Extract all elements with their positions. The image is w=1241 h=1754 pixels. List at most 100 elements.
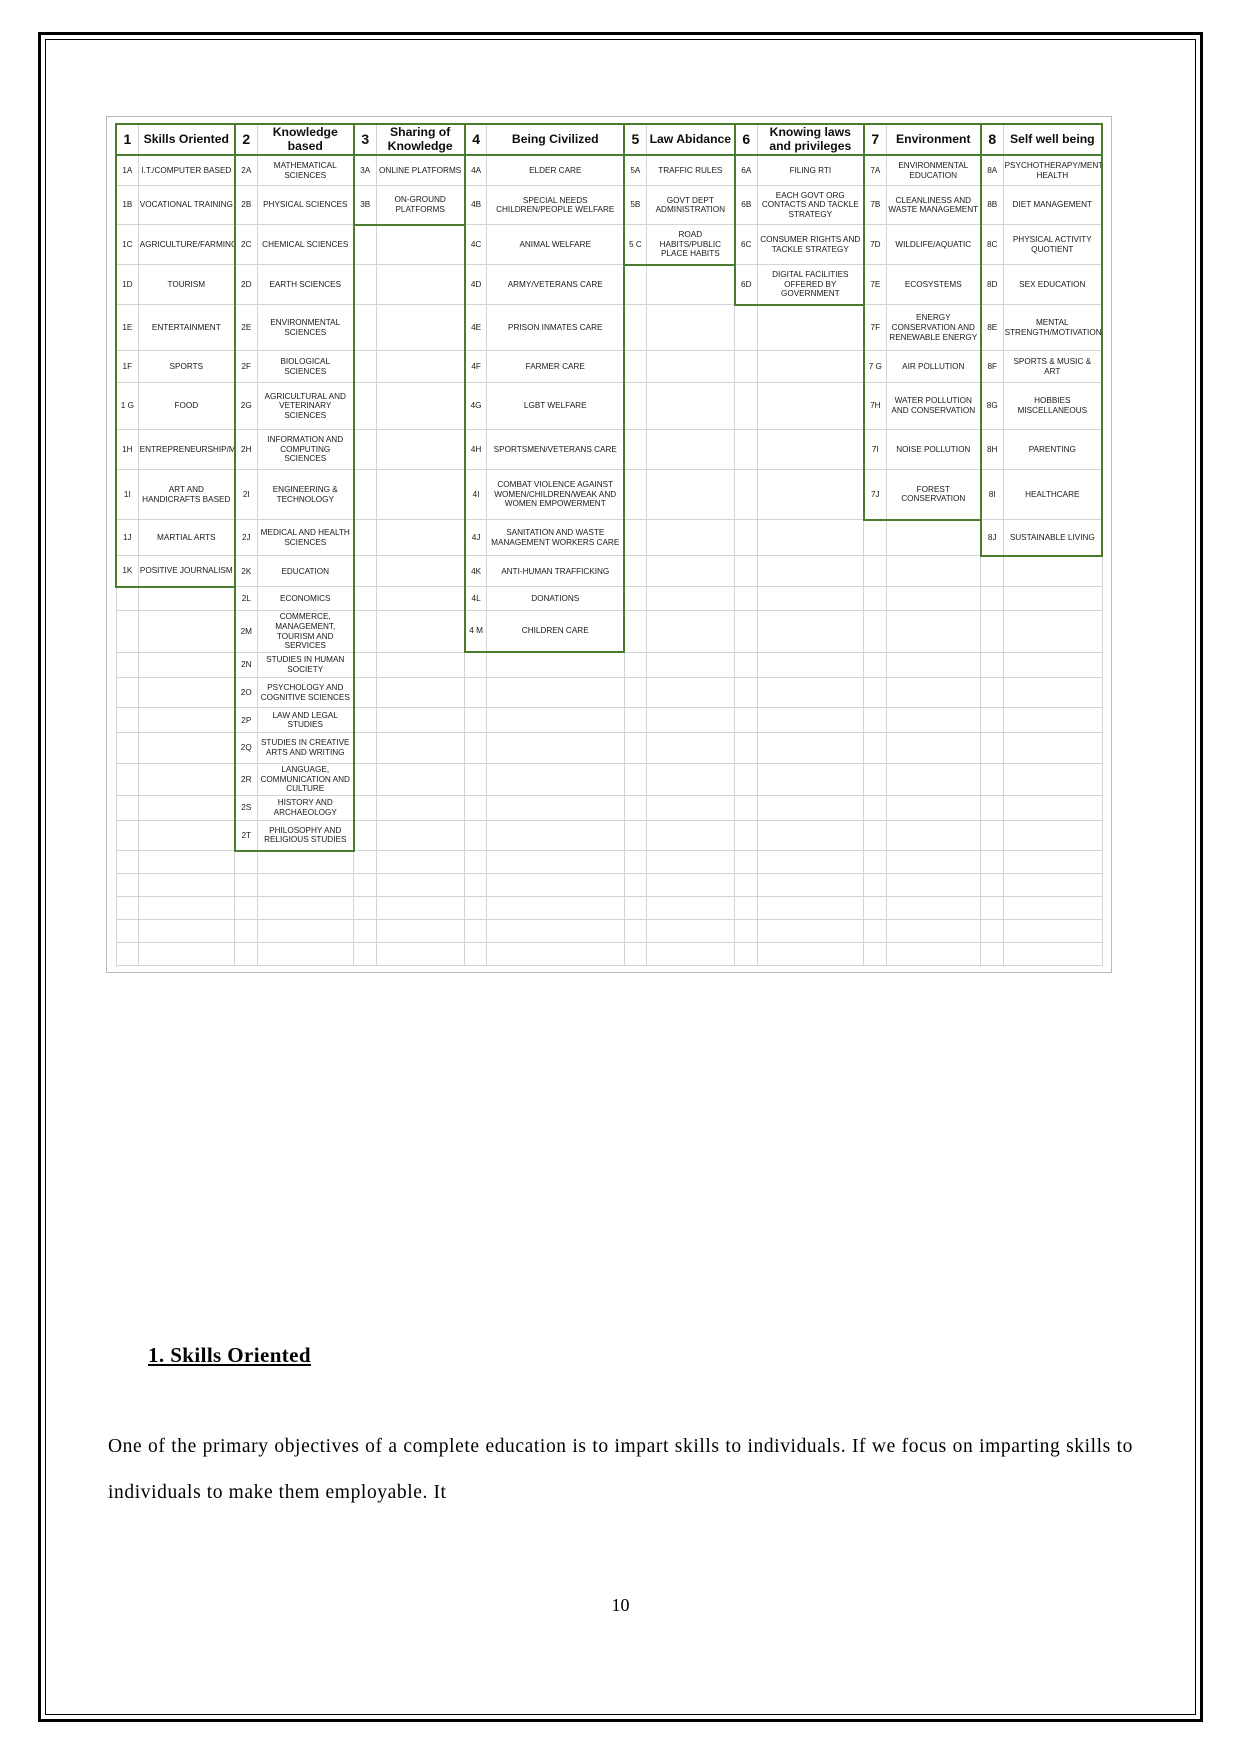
cell-code-2Q: 2Q — [233, 732, 258, 764]
cell-empty — [464, 732, 488, 764]
cell-empty — [645, 794, 736, 821]
cell-empty — [1002, 850, 1103, 875]
cell-label-8A: PSYCHOTHERAPY/MENTAL HEALTH — [1002, 154, 1103, 187]
cell-code-8C: 8C — [979, 224, 1004, 266]
cell-empty — [980, 651, 1004, 678]
cell-empty — [353, 819, 377, 852]
cell-label-4K: ANTI-HUMAN TRAFFICKING — [486, 555, 626, 588]
cell-label-2B: PHYSICAL SCIENCES — [256, 185, 355, 226]
cell-label-4H: SPORTSMEN/VETERANS CARE — [486, 429, 626, 471]
cell-empty — [645, 762, 736, 796]
cell-empty — [863, 873, 887, 898]
column-number-8: 8 — [979, 122, 1004, 157]
column-number-5: 5 — [623, 122, 647, 157]
cell-label-3B: ON-GROUND PLATFORMS — [375, 185, 466, 226]
cell-empty — [137, 896, 236, 921]
cell-empty — [885, 941, 982, 967]
cell-empty — [375, 610, 466, 653]
cell-empty — [137, 586, 236, 612]
cell-empty — [137, 651, 236, 678]
cell-code-4B: 4B — [463, 185, 488, 226]
cell-empty — [353, 224, 377, 266]
cell-empty — [756, 304, 865, 352]
cell-label-5C: ROAD HABITS/PUBLIC PLACE HABITS — [645, 224, 736, 266]
cell-empty — [756, 676, 865, 709]
cell-empty — [885, 519, 982, 557]
cell-empty — [623, 429, 647, 471]
cell-empty — [734, 469, 758, 521]
cell-label-1H: ENTREPRENEURSHIP/MANAGEMENT — [137, 429, 236, 471]
cell-empty — [1002, 794, 1103, 821]
cell-code-8E: 8E — [979, 304, 1004, 352]
table-row: 2R LANGUAGE, COMMUNICATION AND CULTURE — [115, 762, 1103, 796]
cell-empty — [375, 586, 466, 612]
cell-code-8F: 8F — [979, 350, 1004, 383]
table-row — [115, 919, 1103, 943]
cell-code-1B: 1B — [114, 185, 139, 226]
cell-empty — [980, 762, 1004, 796]
cell-empty — [486, 941, 625, 967]
cell-label-2E: ENVIRONMENTAL SCIENCES — [256, 304, 355, 352]
cell-code-8J: 8J — [979, 519, 1004, 557]
cell-empty — [623, 350, 647, 383]
cell-empty — [623, 707, 647, 734]
cell-empty — [234, 919, 258, 943]
cell-empty — [353, 555, 377, 588]
table-row: 2M COMMERCE, MANAGEMENT, TOURISM AND SERV… — [115, 610, 1103, 654]
cell-empty — [734, 762, 758, 796]
cell-empty — [464, 819, 488, 852]
cell-empty — [756, 873, 865, 898]
cell-code-3A: 3A — [352, 154, 377, 187]
cell-empty — [1002, 707, 1103, 734]
cell-empty — [863, 519, 887, 557]
cell-label-2N: STUDIES IN HUMAN SOCIETY — [256, 651, 355, 678]
cell-empty — [623, 676, 647, 709]
cell-empty — [623, 896, 647, 921]
cell-empty — [353, 941, 377, 967]
cell-label-6D: DIGITAL FACILITIES OFFERED BY GOVERNMENT — [756, 264, 865, 306]
cell-empty — [375, 707, 466, 734]
cell-code-4M: 4 M — [463, 610, 488, 654]
cell-empty — [734, 850, 758, 875]
cell-empty — [1002, 896, 1103, 921]
cell-empty — [353, 429, 377, 471]
cell-code-1D: 1D — [114, 264, 139, 306]
cell-label-7J: FOREST CONSERVATION — [885, 469, 982, 521]
cell-empty — [756, 794, 865, 821]
cell-empty — [980, 919, 1004, 943]
cell-empty — [863, 850, 887, 875]
cell-code-1E: 1E — [114, 304, 139, 352]
cell-empty — [885, 794, 982, 821]
cell-empty — [375, 941, 466, 967]
cell-label-7G: AIR POLLUTION — [885, 350, 982, 383]
column-title-2: Knowledge based — [256, 122, 355, 157]
cell-empty — [885, 850, 982, 875]
cell-code-2T: 2T — [233, 819, 258, 852]
cell-empty — [980, 819, 1004, 852]
cell-empty — [464, 919, 488, 943]
cell-code-1G: 1 G — [114, 381, 139, 431]
cell-empty — [137, 941, 236, 967]
cell-empty — [375, 873, 466, 898]
cell-empty — [734, 819, 758, 852]
cell-empty — [375, 264, 466, 306]
cell-empty — [734, 555, 758, 588]
cell-empty — [623, 873, 647, 898]
cell-label-2G: AGRICULTURAL AND VETERINARY SCIENCES — [256, 381, 355, 431]
cell-empty — [623, 610, 647, 653]
cell-empty — [863, 941, 887, 967]
cell-empty — [234, 941, 258, 967]
cell-empty — [353, 762, 377, 796]
cell-empty — [645, 469, 736, 521]
cell-empty — [645, 941, 736, 967]
cell-empty — [486, 794, 625, 821]
cell-empty — [623, 919, 647, 943]
cell-empty — [885, 819, 982, 852]
cell-label-4A: ELDER CARE — [486, 154, 626, 187]
cell-empty — [234, 896, 258, 921]
cell-empty — [353, 304, 377, 352]
cell-empty — [375, 469, 466, 521]
cell-code-5A: 5A — [623, 154, 647, 187]
cell-label-4J: SANITATION AND WASTE MANAGEMENT WORKERS … — [486, 519, 626, 557]
cell-label-1E: ENTERTAINMENT — [137, 304, 236, 352]
